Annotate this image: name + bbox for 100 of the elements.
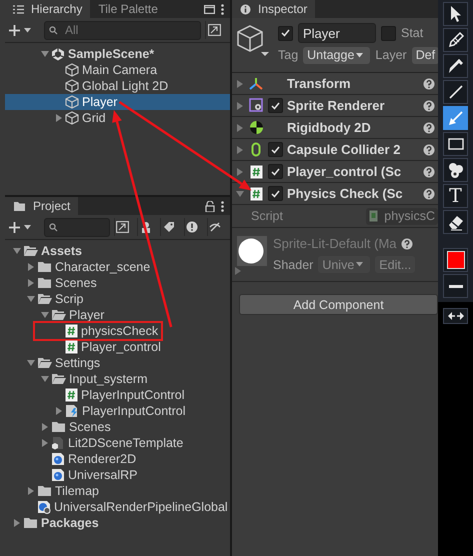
render-settings-icon [37, 500, 51, 514]
help-icon [423, 144, 435, 156]
help-icon [423, 188, 435, 200]
enabled-checkbox[interactable] [268, 186, 283, 201]
row-label: Player_control [81, 340, 161, 354]
tree-row[interactable]: Grid [5, 110, 230, 126]
tree-row[interactable]: Assets [5, 243, 230, 259]
tree-row[interactable]: Player_control [5, 339, 230, 355]
folder-icon [37, 261, 52, 273]
tag-label: Tag [278, 48, 298, 62]
filter-by-type-icon [140, 221, 152, 233]
color-picker-button[interactable] [443, 248, 468, 272]
tree-row[interactable]: SampleScene* [5, 46, 230, 62]
row-label: Scenes [55, 276, 97, 290]
tool-button[interactable] [443, 132, 468, 156]
search-field[interactable] [44, 218, 110, 236]
add-component-button[interactable]: Add Component [239, 294, 438, 315]
tree-row[interactable]: Tilemap [5, 483, 230, 499]
checkmark-icon [271, 146, 280, 154]
rigidbody-icon [248, 120, 264, 135]
tree-row[interactable]: Lit2DSceneTemplate [5, 435, 230, 451]
tree-row[interactable]: Scrip [5, 291, 230, 307]
tool-button[interactable]: T [443, 184, 468, 208]
row-label: PlayerInputControl [82, 404, 186, 418]
plus-icon [9, 24, 20, 36]
tree-row[interactable]: Player [5, 94, 230, 110]
popout-icon [116, 221, 130, 233]
row-label: Player [82, 95, 118, 109]
panel-tab[interactable]: Project [5, 197, 78, 215]
tree-row[interactable]: Renderer2D [5, 451, 230, 467]
tree-row[interactable]: Scenes [5, 419, 230, 435]
script-file-icon [369, 210, 378, 222]
component-header[interactable]: Capsule Collider 2 [232, 139, 438, 161]
static-checkbox[interactable] [381, 26, 396, 40]
open-folder-icon [37, 357, 52, 369]
tree-row[interactable]: Main Camera [5, 62, 230, 78]
panel-tab[interactable]: Inspector [232, 0, 316, 18]
caret-icon [356, 52, 364, 58]
component-header[interactable]: Player_control (Sc [232, 161, 438, 183]
tree-row[interactable]: Character_scene [5, 259, 230, 275]
name-field[interactable]: Player [298, 23, 376, 43]
script-file-icon [250, 186, 262, 200]
panel-tab[interactable]: Hierarchy [5, 0, 90, 18]
tree-row[interactable]: Packages [5, 515, 230, 531]
folder-icon [37, 277, 52, 289]
enabled-checkbox[interactable] [268, 142, 283, 157]
eraser-icon [446, 213, 464, 231]
tree-row[interactable]: Input_systerm [5, 371, 230, 387]
tree-row[interactable]: PlayerInputControl [5, 387, 230, 403]
tree-row[interactable]: Scenes [5, 275, 230, 291]
more-options-icon [221, 4, 224, 14]
help-icon [423, 100, 435, 112]
panel-tab[interactable]: Tile Palette [90, 0, 166, 18]
tool-button[interactable] [443, 210, 468, 234]
window-icon [204, 4, 215, 14]
tree-row[interactable]: PlayerInputControl [5, 403, 230, 419]
tool-button[interactable] [443, 54, 468, 78]
field-label: Script [251, 209, 284, 223]
tree-row[interactable]: physicsCheck [5, 323, 230, 339]
lock-icon [205, 200, 215, 212]
component-name: Rigidbody 2D [287, 120, 372, 135]
tree-row[interactable]: Settings [5, 355, 230, 371]
row-label: Input_systerm [69, 372, 148, 386]
caret-icon [24, 224, 31, 230]
sprite-renderer-icon [248, 98, 264, 113]
folder-icon [37, 485, 52, 497]
tag-dropdown[interactable]: Untagge [303, 46, 370, 64]
tool-button[interactable] [443, 2, 468, 26]
component-header[interactable]: Physics Check (Sc [232, 183, 438, 205]
tree-row[interactable]: Global Light 2D [5, 78, 230, 94]
render-asset-icon [51, 452, 65, 466]
row-label: SampleScene* [68, 47, 154, 61]
help-icon [423, 122, 435, 134]
row-label: Character_scene [55, 260, 150, 274]
tree-row[interactable]: UniversalRP [5, 467, 230, 483]
enabled-checkbox[interactable] [268, 164, 283, 179]
tree-row[interactable]: UniversalRenderPipelineGlobal [5, 499, 230, 515]
row-label: Assets [41, 244, 82, 258]
folder-icon [23, 517, 38, 529]
help-icon [423, 166, 435, 178]
create-button[interactable] [9, 24, 34, 36]
tool-button[interactable] [443, 158, 468, 182]
tree-row[interactable]: Player [5, 307, 230, 323]
active-checkbox[interactable] [278, 26, 293, 40]
create-button[interactable] [9, 222, 34, 232]
enabled-checkbox[interactable] [268, 98, 283, 113]
row-label: Packages [41, 516, 99, 530]
pencil-icon [446, 31, 464, 49]
script-field[interactable]: physicsC [366, 208, 438, 224]
component-header[interactable]: Sprite Renderer [232, 95, 438, 117]
layer-dropdown[interactable]: Def [412, 46, 438, 64]
component-name: Physics Check (Sc [287, 186, 404, 201]
tool-button[interactable] [443, 28, 468, 52]
open-folder-icon [51, 373, 66, 385]
open-folder-icon [37, 293, 52, 305]
search-icon [49, 222, 59, 232]
line-width-button[interactable] [443, 274, 468, 298]
caret-icon [24, 28, 31, 32]
expand-toolbar-button[interactable] [443, 308, 468, 324]
tool-button[interactable] [443, 80, 468, 104]
